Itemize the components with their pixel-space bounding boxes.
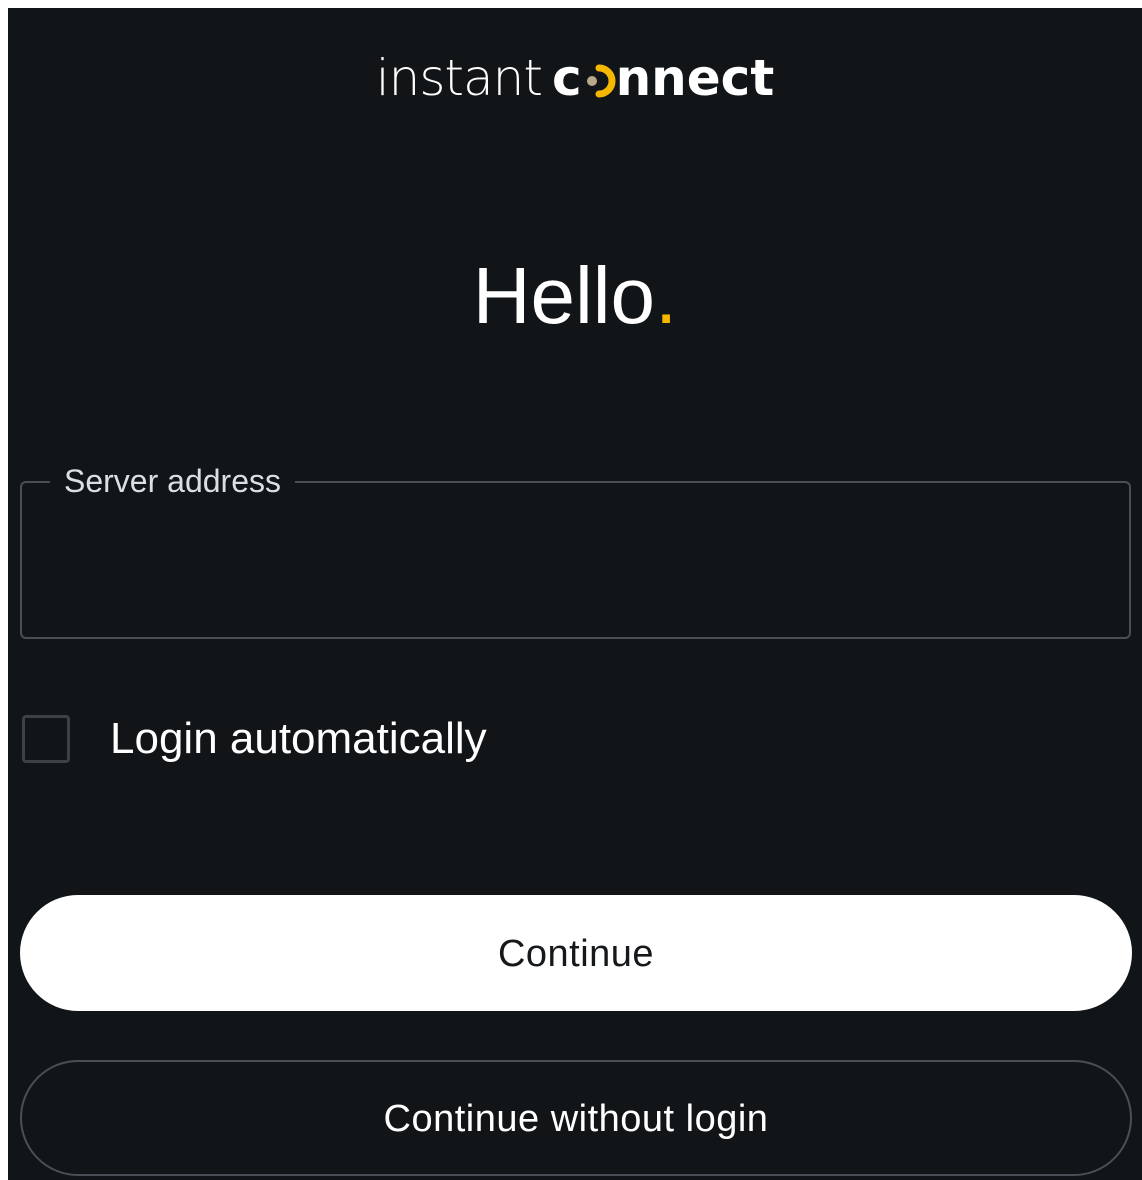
login-screen: instant c nnect Hello. Server address Logi… (8, 8, 1142, 1180)
server-address-label: Server address (50, 459, 295, 503)
greeting-dot: . (655, 251, 678, 340)
greeting-heading: Hello. (8, 248, 1142, 344)
server-address-field[interactable]: Server address (20, 459, 1131, 639)
login-automatically-label[interactable]: Login automatically (110, 714, 487, 764)
greeting-text: Hello (472, 251, 656, 340)
login-automatically-checkbox[interactable] (22, 715, 70, 763)
logo-text-light: instant (375, 49, 543, 107)
app-logo: instant c nnect (8, 48, 1142, 108)
logo-text-bold-prefix: c (551, 49, 582, 107)
connect-o-mark-icon (582, 51, 616, 98)
continue-without-login-button[interactable]: Continue without login (20, 1060, 1132, 1176)
login-automatically-row[interactable]: Login automatically (22, 711, 487, 767)
continue-button[interactable]: Continue (20, 895, 1132, 1011)
logo-text-bold-suffix: nnect (615, 49, 775, 107)
server-address-input[interactable] (48, 523, 1102, 585)
